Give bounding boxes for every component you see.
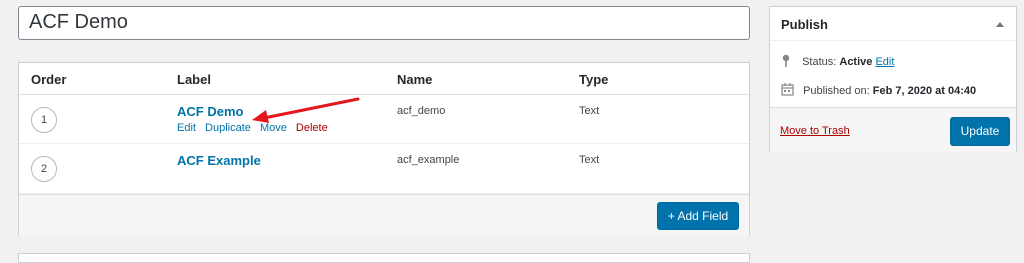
status-line: Status: Active Edit bbox=[781, 54, 894, 68]
field-name: acf_demo bbox=[397, 105, 446, 117]
field-name: acf_example bbox=[397, 154, 460, 166]
order-number: 1 bbox=[40, 114, 48, 126]
add-field-button[interactable]: + Add Field bbox=[657, 202, 739, 230]
fields-table-header: Order Label Name Type bbox=[19, 63, 749, 95]
move-to-trash-link[interactable]: Move to Trash bbox=[780, 125, 850, 137]
pin-icon bbox=[782, 54, 790, 67]
calendar-icon bbox=[781, 83, 794, 96]
field-label-link[interactable]: ACF Demo bbox=[177, 104, 243, 119]
header-name: Name bbox=[397, 72, 433, 87]
edit-link[interactable]: Edit bbox=[177, 122, 196, 134]
table-row: 2 ACF Example acf_example Text bbox=[19, 144, 749, 194]
status-value: Active bbox=[839, 56, 873, 68]
fields-table-footer: + Add Field bbox=[19, 194, 749, 236]
published-line: Published on: Feb 7, 2020 at 04:40 bbox=[781, 83, 976, 97]
table-row: 1 ACF Demo Edit Duplicate Move Delete ac… bbox=[19, 95, 749, 144]
published-label: Published on: bbox=[803, 85, 870, 97]
status-label: Status: bbox=[802, 56, 837, 68]
status-edit-link[interactable]: Edit bbox=[875, 56, 894, 68]
header-label: Label bbox=[177, 72, 211, 87]
published-value: Feb 7, 2020 at 04:40 bbox=[872, 85, 977, 97]
fields-table: Order Label Name Type 1 ACF Demo Edit Du… bbox=[18, 62, 750, 236]
arrow-annotation-icon bbox=[252, 97, 360, 123]
order-number: 2 bbox=[40, 163, 48, 175]
title-input-value: ACF Demo bbox=[29, 11, 128, 33]
header-order: Order bbox=[31, 72, 67, 87]
publish-box: Publish Status: Active Edit Published on… bbox=[769, 6, 1017, 152]
title-input[interactable]: ACF Demo bbox=[18, 6, 750, 40]
publish-header[interactable]: Publish bbox=[770, 7, 1016, 41]
update-button[interactable]: Update bbox=[950, 117, 1010, 146]
field-type: Text bbox=[579, 105, 600, 117]
next-metabox bbox=[18, 253, 750, 263]
order-handle[interactable]: 2 bbox=[31, 156, 57, 182]
order-handle[interactable]: 1 bbox=[31, 107, 57, 133]
publish-footer: Move to Trash Update bbox=[770, 107, 1016, 152]
field-type: Text bbox=[579, 154, 600, 166]
field-label-link[interactable]: ACF Example bbox=[177, 153, 261, 168]
caret-up-icon[interactable] bbox=[996, 22, 1004, 27]
duplicate-link[interactable]: Duplicate bbox=[205, 122, 251, 134]
publish-title: Publish bbox=[781, 17, 828, 32]
header-type: Type bbox=[579, 72, 609, 87]
